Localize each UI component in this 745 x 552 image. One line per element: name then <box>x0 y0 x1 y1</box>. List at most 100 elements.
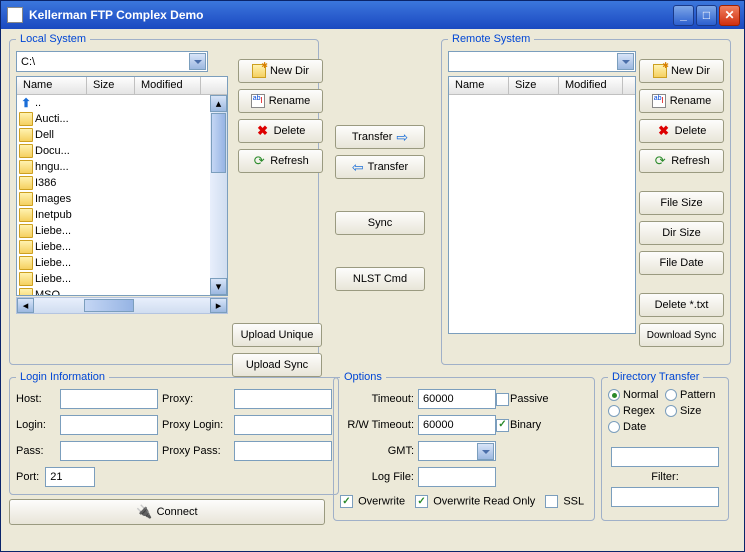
local-path-value: C:\ <box>21 56 35 68</box>
remote-path-combo[interactable] <box>448 51 636 72</box>
timeout-input[interactable] <box>418 389 496 409</box>
local-newdir-button[interactable]: New Dir <box>238 59 323 83</box>
passive-checkbox[interactable] <box>496 393 509 406</box>
list-item[interactable]: Aucti... <box>17 111 227 127</box>
transfer-left-button[interactable]: ⇦Transfer <box>335 155 425 179</box>
list-item[interactable]: Inetpub <box>17 207 227 223</box>
radio-pattern[interactable]: Pattern <box>665 389 722 401</box>
refresh-icon: ⟳ <box>653 154 667 168</box>
sync-button[interactable]: Sync <box>335 211 425 235</box>
list-item[interactable]: Images <box>17 191 227 207</box>
remote-delete-button[interactable]: ✖Delete <box>639 119 724 143</box>
pass-input[interactable] <box>60 441 158 461</box>
local-vscrollbar[interactable]: ▴ ▾ <box>210 95 227 295</box>
local-delete-button[interactable]: ✖Delete <box>238 119 323 143</box>
list-item[interactable]: Liebe... <box>17 239 227 255</box>
rw-timeout-input[interactable] <box>418 415 496 435</box>
proxy-pass-input[interactable] <box>234 441 332 461</box>
folder-icon <box>19 224 33 238</box>
folder-star-icon <box>653 64 667 78</box>
col-name[interactable]: Name <box>449 77 509 94</box>
local-path-combo[interactable]: C:\ <box>16 51 208 72</box>
list-item-up[interactable]: ⬆.. <box>17 95 227 111</box>
radio-normal[interactable]: Normal <box>608 389 665 401</box>
gmt-combo[interactable] <box>418 441 496 461</box>
proxy-label: Proxy: <box>162 393 230 405</box>
download-sync-button[interactable]: Download Sync <box>639 323 724 347</box>
remote-newdir-button[interactable]: New Dir <box>639 59 724 83</box>
rw-timeout-label: R/W Timeout: <box>340 419 418 431</box>
list-item[interactable]: I386 <box>17 175 227 191</box>
dir-size-button[interactable]: Dir Size <box>639 221 724 245</box>
file-size-button[interactable]: File Size <box>639 191 724 215</box>
radio-date[interactable]: Date <box>608 421 665 433</box>
hscroll-thumb[interactable] <box>84 299 134 312</box>
logfile-input[interactable] <box>418 467 496 487</box>
local-path-dropdown-icon[interactable] <box>189 53 206 70</box>
dirtr-input-1[interactable] <box>611 447 719 467</box>
close-button[interactable]: ✕ <box>719 5 740 26</box>
local-refresh-button[interactable]: ⟳Refresh <box>238 149 323 173</box>
port-label: Port: <box>16 471 39 483</box>
remote-refresh-button[interactable]: ⟳Refresh <box>639 149 724 173</box>
folder-icon <box>19 208 33 222</box>
list-item[interactable]: Liebe... <box>17 271 227 287</box>
folder-icon <box>19 256 33 270</box>
nlst-button[interactable]: NLST Cmd <box>335 267 425 291</box>
mid-buttons: Transfer⇨ ⇦Transfer Sync NLST Cmd <box>335 125 425 291</box>
local-rename-button[interactable]: Rename <box>238 89 323 113</box>
scroll-left-icon[interactable]: ◂ <box>17 298 34 313</box>
scroll-down-icon[interactable]: ▾ <box>210 278 227 295</box>
folder-icon <box>19 272 33 286</box>
login-label: Login: <box>16 419 56 431</box>
scroll-right-icon[interactable]: ▸ <box>210 298 227 313</box>
col-size[interactable]: Size <box>87 77 135 94</box>
minimize-button[interactable]: _ <box>673 5 694 26</box>
radio-regex[interactable]: Regex <box>608 405 665 417</box>
remote-listview[interactable]: Name Size Modified <box>448 76 636 334</box>
connect-button[interactable]: 🔌 Connect <box>9 499 325 525</box>
local-system-group: Local System C:\ Name Size Modified ⬆..A… <box>9 33 319 365</box>
gmt-dropdown-icon[interactable] <box>477 443 494 460</box>
delete-txt-button[interactable]: Delete *.txt <box>639 293 724 317</box>
folder-icon <box>19 128 33 142</box>
local-listview[interactable]: Name Size Modified ⬆..Aucti...DellDocu..… <box>16 76 228 296</box>
radio-size[interactable]: Size <box>665 405 722 417</box>
scroll-thumb[interactable] <box>211 113 226 173</box>
proxy-login-input[interactable] <box>234 415 332 435</box>
filter-input[interactable] <box>611 487 719 507</box>
scroll-up-icon[interactable]: ▴ <box>210 95 227 112</box>
proxy-pass-label: Proxy Pass: <box>162 445 230 457</box>
list-item[interactable]: MSO... <box>17 287 227 296</box>
file-date-button[interactable]: File Date <box>639 251 724 275</box>
login-input[interactable] <box>60 415 158 435</box>
filter-label: Filter: <box>608 471 722 483</box>
list-item[interactable]: Liebe... <box>17 223 227 239</box>
ssl-checkbox[interactable] <box>545 495 558 508</box>
col-name[interactable]: Name <box>17 77 87 94</box>
col-size[interactable]: Size <box>509 77 559 94</box>
transfer-right-button[interactable]: Transfer⇨ <box>335 125 425 149</box>
rename-icon <box>652 94 666 108</box>
list-item[interactable]: Liebe... <box>17 255 227 271</box>
titlebar: Kellerman FTP Complex Demo _ □ ✕ <box>1 1 744 29</box>
host-input[interactable] <box>60 389 158 409</box>
remote-rename-button[interactable]: Rename <box>639 89 724 113</box>
col-modified[interactable]: Modified <box>135 77 201 94</box>
delete-icon: ✖ <box>657 124 671 138</box>
list-item[interactable]: Docu... <box>17 143 227 159</box>
binary-checkbox[interactable] <box>496 419 509 432</box>
list-item[interactable]: Dell <box>17 127 227 143</box>
port-input[interactable] <box>45 467 95 487</box>
local-hscrollbar[interactable]: ◂ ▸ <box>16 297 228 314</box>
plug-icon: 🔌 <box>136 504 152 520</box>
overwrite-ro-checkbox[interactable] <box>415 495 428 508</box>
remote-path-dropdown-icon[interactable] <box>617 53 634 70</box>
folder-icon <box>19 288 33 296</box>
col-modified[interactable]: Modified <box>559 77 623 94</box>
list-item[interactable]: hngu... <box>17 159 227 175</box>
overwrite-checkbox[interactable] <box>340 495 353 508</box>
maximize-button[interactable]: □ <box>696 5 717 26</box>
proxy-input[interactable] <box>234 389 332 409</box>
upload-unique-button[interactable]: Upload Unique <box>232 323 322 347</box>
